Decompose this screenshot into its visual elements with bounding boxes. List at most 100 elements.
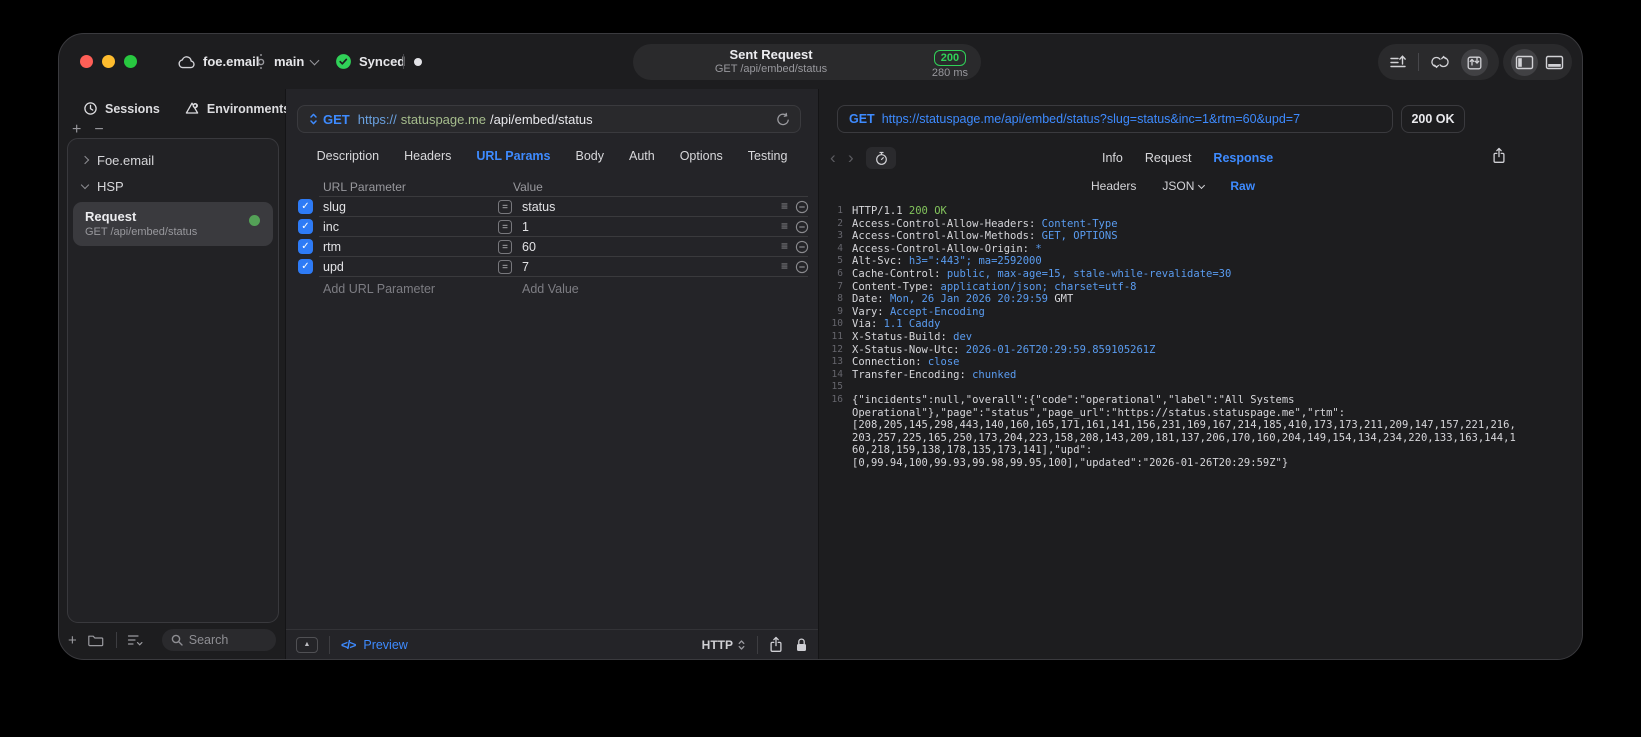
- line-content: Access-Control-Allow-Methods: GET, OPTIO…: [852, 230, 1118, 243]
- sent-request-pill[interactable]: Sent Request GET /api/embed/status 200 2…: [633, 44, 981, 80]
- drag-handle-icon[interactable]: ≡: [781, 239, 788, 253]
- param-name-field[interactable]: slug: [323, 200, 346, 214]
- request-status-dot: [249, 215, 260, 226]
- timing-button[interactable]: [866, 147, 896, 169]
- line-content: 203,257,225,165,250,173,204,223,158,208,…: [852, 431, 1516, 444]
- remove-param-icon[interactable]: [795, 220, 809, 234]
- editor-tab-description[interactable]: Description: [317, 149, 380, 169]
- import-export-icon: [1466, 54, 1483, 71]
- remove-item-button[interactable]: −: [94, 122, 103, 138]
- tree-item-foe-email[interactable]: Foe.email: [68, 147, 278, 173]
- remove-param-icon[interactable]: [795, 240, 809, 254]
- tree-item-hsp[interactable]: HSP: [68, 173, 278, 199]
- response-line: 14 Transfer-Encoding: chunked: [827, 369, 1576, 382]
- response-tab-response[interactable]: Response: [1213, 151, 1273, 165]
- collapse-panel-button[interactable]: ▲: [296, 636, 318, 653]
- titlebar-separator: [403, 54, 404, 69]
- add-param-row[interactable]: Add URL Parameter Add Value: [286, 279, 818, 299]
- editor-tab-testing[interactable]: Testing: [748, 149, 788, 169]
- editor-tab-headers[interactable]: Headers: [404, 149, 451, 169]
- url-scheme: https://: [357, 111, 397, 127]
- param-value-field[interactable]: 1: [522, 220, 529, 234]
- line-content: X-Status-Build: dev: [852, 330, 973, 343]
- zoom-window-button[interactable]: [124, 55, 137, 68]
- reload-icon[interactable]: [776, 112, 790, 127]
- response-tab-request[interactable]: Request: [1145, 151, 1192, 165]
- preview-button[interactable]: Preview: [363, 638, 407, 652]
- editor-tab-auth[interactable]: Auth: [629, 149, 655, 169]
- import-export-button-active[interactable]: [1461, 48, 1488, 76]
- param-value-field[interactable]: 60: [522, 240, 536, 254]
- tab-environments[interactable]: Environments: [184, 101, 290, 116]
- protocol-select-arrows-icon: [737, 639, 746, 651]
- subtab-raw[interactable]: Raw: [1230, 179, 1255, 193]
- toggle-bottom-panel-button[interactable]: [1545, 55, 1564, 70]
- add-item-button[interactable]: +: [72, 122, 81, 138]
- param-name-field[interactable]: rtm: [323, 240, 341, 254]
- share-icon[interactable]: [769, 636, 783, 653]
- response-tabs: Info Request Response: [1102, 147, 1273, 169]
- line-content: X-Status-Now-Utc: 2026-01-26T20:29:59.85…: [852, 343, 1156, 356]
- sort-filter-button[interactable]: [127, 633, 144, 647]
- request-list-item-selected[interactable]: Request GET /api/embed/status: [73, 202, 273, 246]
- sidebar-add-remove: + −: [72, 122, 104, 138]
- drag-handle-icon[interactable]: ≡: [781, 219, 788, 233]
- project-menu[interactable]: foe.email: [177, 34, 259, 89]
- footer-divider: [329, 635, 330, 654]
- request-url-bar[interactable]: GET https:// statuspage.me /api/embed/st…: [297, 105, 801, 133]
- add-url-parameter-placeholder[interactable]: Add URL Parameter: [323, 282, 435, 296]
- protocol-select[interactable]: HTTP: [702, 638, 733, 652]
- sent-request-url-box[interactable]: GET https://statuspage.me/api/embed/stat…: [837, 105, 1393, 133]
- response-status-box: 200 OK: [1401, 105, 1465, 133]
- history-forward-button[interactable]: ›: [848, 147, 854, 168]
- branch-name: main: [274, 54, 305, 69]
- branch-selector[interactable]: main: [255, 34, 320, 89]
- line-number: [827, 432, 843, 445]
- param-enabled-checkbox[interactable]: ✓: [298, 219, 313, 234]
- param-enabled-checkbox[interactable]: ✓: [298, 239, 313, 254]
- subtab-json[interactable]: JSON: [1162, 179, 1206, 193]
- param-enabled-checkbox[interactable]: ✓: [298, 199, 313, 214]
- params-table-header: URL Parameter Value: [286, 180, 818, 197]
- sidebar-search-input[interactable]: Search: [161, 629, 276, 651]
- export-response-button[interactable]: [1492, 147, 1506, 164]
- param-value-field[interactable]: 7: [522, 260, 529, 274]
- tree-item-label: Foe.email: [97, 152, 155, 168]
- new-folder-button[interactable]: [87, 633, 104, 647]
- param-enabled-checkbox[interactable]: ✓: [298, 259, 313, 274]
- param-row: ✓ rtm = 60 ≡: [286, 237, 818, 257]
- param-name-field[interactable]: inc: [323, 220, 339, 234]
- sync-flows-button[interactable]: [1430, 54, 1450, 70]
- toggle-sidebar-button-active[interactable]: [1511, 48, 1538, 76]
- editor-tab-options[interactable]: Options: [680, 149, 723, 169]
- scroll-to-top-button[interactable]: [1389, 54, 1407, 70]
- line-number: 1: [837, 205, 843, 216]
- remove-param-icon[interactable]: [795, 260, 809, 274]
- editor-footer: ▲ </> Preview HTTP: [286, 629, 818, 659]
- editor-tab-url-params[interactable]: URL Params: [476, 149, 550, 169]
- param-value-field[interactable]: status: [522, 200, 555, 214]
- subtab-headers[interactable]: Headers: [1091, 179, 1136, 193]
- chevron-down-icon: [1198, 181, 1206, 189]
- tab-sessions[interactable]: Sessions: [83, 101, 160, 116]
- response-line: 5 Alt-Svc: h3=":443"; ma=2592000: [827, 255, 1576, 268]
- remove-param-icon[interactable]: [795, 200, 809, 214]
- param-name-field[interactable]: upd: [323, 260, 344, 274]
- add-value-placeholder[interactable]: Add Value: [522, 282, 579, 296]
- history-back-button[interactable]: ‹: [830, 147, 836, 168]
- line-number: 4: [837, 242, 843, 254]
- traffic-lights: [80, 55, 137, 68]
- drag-handle-icon[interactable]: ≡: [781, 199, 788, 213]
- line-content: 60,218,159,138,178,135,173,141],"upd":: [852, 444, 1093, 457]
- editor-tab-body[interactable]: Body: [575, 149, 604, 169]
- cloud-icon: [177, 54, 196, 70]
- lock-icon[interactable]: [795, 637, 808, 653]
- drag-handle-icon[interactable]: ≡: [781, 259, 788, 273]
- minimize-window-button[interactable]: [102, 55, 115, 68]
- new-request-button[interactable]: +: [68, 632, 77, 649]
- method-select[interactable]: GET: [323, 112, 350, 127]
- response-tab-info[interactable]: Info: [1102, 151, 1123, 165]
- close-window-button[interactable]: [80, 55, 93, 68]
- response-body: 1 HTTP/1.1 200 OK 2 Access-Control-Allow-He…: [827, 205, 1576, 655]
- response-line: 7 Content-Type: application/json; charset…: [827, 281, 1576, 294]
